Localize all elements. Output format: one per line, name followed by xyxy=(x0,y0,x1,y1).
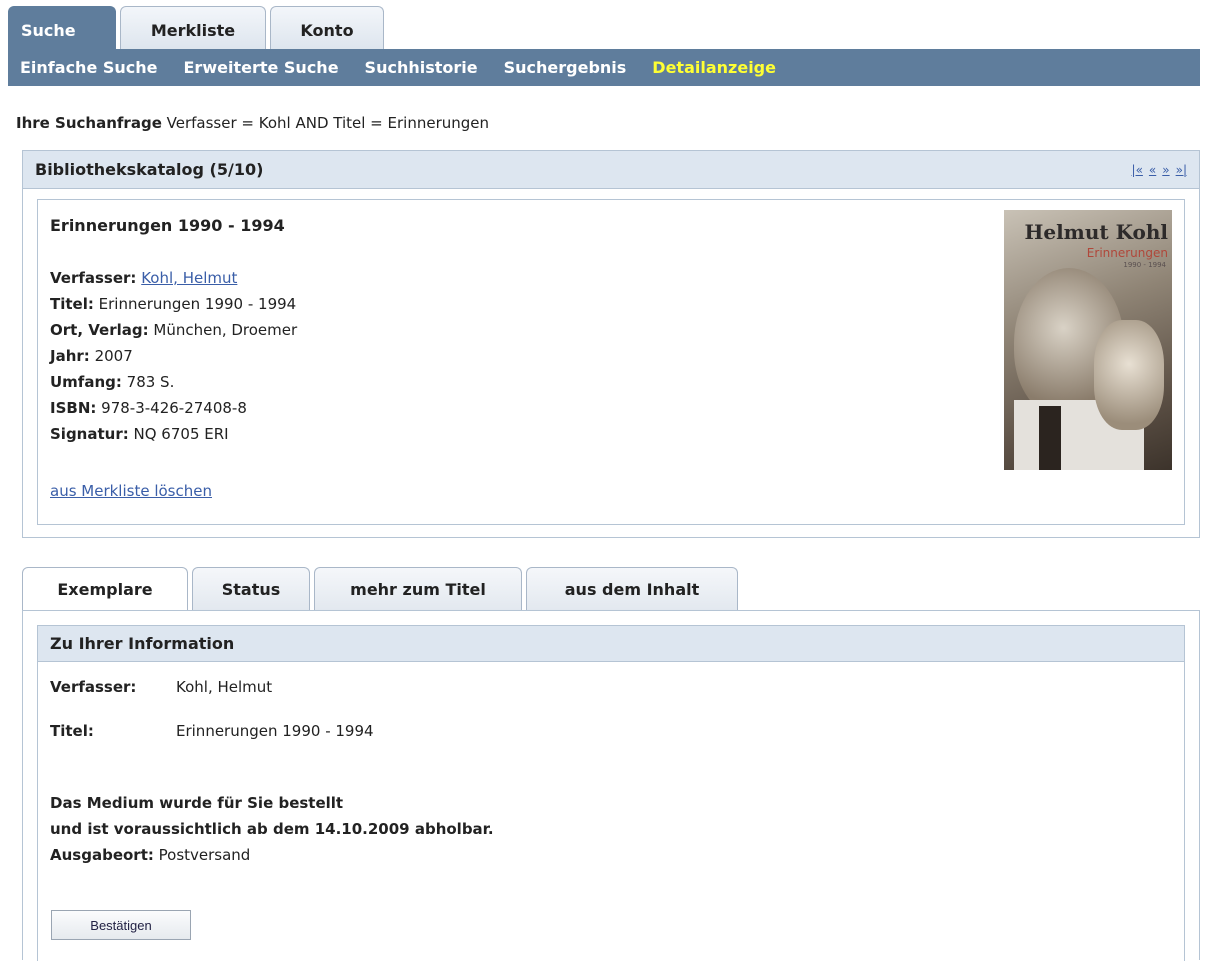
notice-line-2: und ist voraussichtlich ab dem 14.10.200… xyxy=(50,820,494,838)
subnav-einfache-suche[interactable]: Einfache Suche xyxy=(20,58,158,77)
field-value: Erinnerungen 1990 - 1994 xyxy=(98,295,297,313)
catalog-title: Bibliothekskatalog (5/10) xyxy=(35,160,264,179)
cover-tie xyxy=(1039,406,1061,470)
info-header: Zu Ihrer Information xyxy=(38,626,1184,662)
info-titel: Titel: Erinnerungen 1990 - 1994 xyxy=(50,722,374,740)
author-link[interactable]: Kohl, Helmut xyxy=(141,269,237,287)
search-subnav: Einfache Suche Erweiterte Suche Suchhist… xyxy=(8,49,1200,86)
tab-mehr-zum-titel[interactable]: mehr zum Titel xyxy=(314,567,522,611)
query-label: Ihre Suchanfrage xyxy=(16,114,162,132)
search-query-line: Ihre Suchanfrage Verfasser = Kohl AND Ti… xyxy=(16,114,489,132)
order-notice: Das Medium wurde für Sie bestellt und is… xyxy=(50,790,494,868)
field-value: 978-3-426-27408-8 xyxy=(101,399,247,417)
tab-status[interactable]: Status xyxy=(192,567,310,611)
field-label: ISBN: xyxy=(50,399,97,417)
tab-konto[interactable]: Konto xyxy=(270,6,384,50)
notice-line-1: Das Medium wurde für Sie bestellt xyxy=(50,794,344,812)
confirm-button[interactable]: Bestätigen xyxy=(51,910,191,940)
detail-tabs: Exemplare Status mehr zum Titel aus dem … xyxy=(22,567,742,611)
info-box: Zu Ihrer Information Verfasser: Kohl, Hel… xyxy=(37,625,1185,961)
tab-merkliste[interactable]: Merkliste xyxy=(120,6,266,50)
record-detail: Erinnerungen 1990 - 1994 Verfasser: Kohl… xyxy=(37,199,1185,525)
info-value: Kohl, Helmut xyxy=(176,678,273,696)
field-value: NQ 6705 ERI xyxy=(133,425,229,443)
tab-aus-dem-inhalt[interactable]: aus dem Inhalt xyxy=(526,567,738,611)
subnav-suchhistorie[interactable]: Suchhistorie xyxy=(365,58,478,77)
info-label: Verfasser: xyxy=(50,678,137,696)
query-text: Verfasser = Kohl AND Titel = Erinnerunge… xyxy=(166,114,490,132)
cover-hand xyxy=(1094,320,1164,430)
info-label: Titel: xyxy=(50,722,94,740)
ausgabeort-label: Ausgabeort: xyxy=(50,846,154,864)
subnav-erweiterte-suche[interactable]: Erweiterte Suche xyxy=(184,58,339,77)
main-tabs: Suche Merkliste Konto xyxy=(8,6,388,50)
field-label: Signatur: xyxy=(50,425,129,443)
cover-author: Helmut Kohl xyxy=(1024,220,1168,244)
field-value: 783 S. xyxy=(126,373,175,391)
last-record-link[interactable]: »| xyxy=(1176,163,1187,177)
ausgabeort-value: Postversand xyxy=(158,846,251,864)
subnav-detailanzeige[interactable]: Detailanzeige xyxy=(652,58,776,77)
cover-years: 1990 - 1994 xyxy=(1123,261,1166,269)
previous-record-link[interactable]: « xyxy=(1149,163,1156,177)
catalog-header: Bibliothekskatalog (5/10) |« « » »| xyxy=(23,151,1199,189)
catalog-panel: Bibliothekskatalog (5/10) |« « » »| Erin… xyxy=(22,150,1200,538)
record-pager: |« « » »| xyxy=(1132,163,1187,177)
info-value: Erinnerungen 1990 - 1994 xyxy=(176,722,374,740)
notice-ausgabeort: Ausgabeort: Postversand xyxy=(50,842,494,868)
field-value: 2007 xyxy=(94,347,133,365)
field-label: Titel: xyxy=(50,295,94,313)
cover-title: Erinnerungen xyxy=(1086,246,1168,260)
field-label: Ort, Verlag: xyxy=(50,321,149,339)
first-record-link[interactable]: |« xyxy=(1132,163,1143,177)
field-label: Verfasser: xyxy=(50,269,137,287)
next-record-link[interactable]: » xyxy=(1162,163,1169,177)
field-label: Umfang: xyxy=(50,373,122,391)
subnav-suchergebnis[interactable]: Suchergebnis xyxy=(504,58,627,77)
info-verfasser: Verfasser: Kohl, Helmut xyxy=(50,678,272,696)
tab-exemplare[interactable]: Exemplare xyxy=(22,567,188,611)
tab-suche[interactable]: Suche xyxy=(8,6,116,50)
book-cover-image: Helmut Kohl Erinnerungen 1990 - 1994 xyxy=(1004,210,1172,470)
info-panel: Zu Ihrer Information Verfasser: Kohl, Hel… xyxy=(22,610,1200,961)
remove-from-list-link[interactable]: aus Merkliste löschen xyxy=(50,482,212,500)
field-value: München, Droemer xyxy=(153,321,298,339)
field-label: Jahr: xyxy=(50,347,90,365)
